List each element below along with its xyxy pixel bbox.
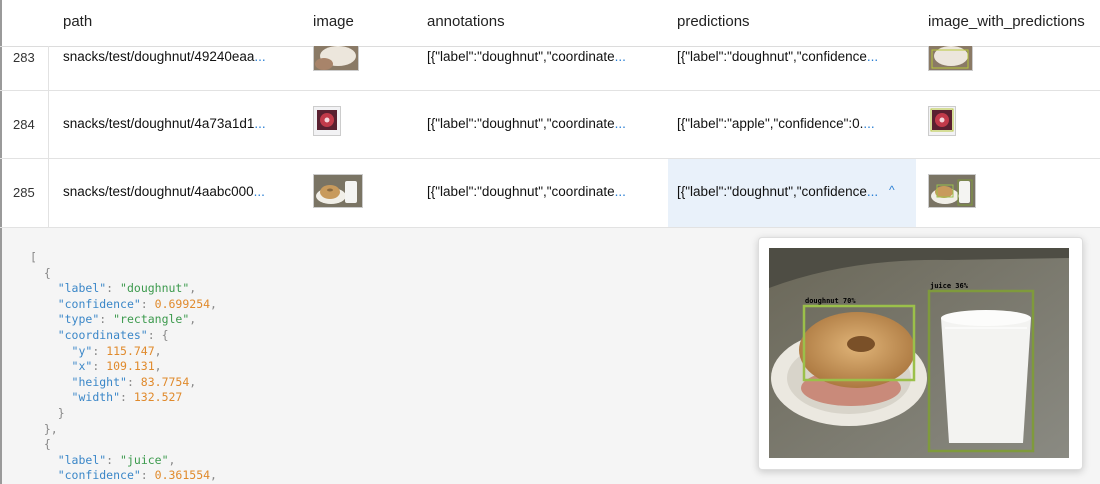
image-preview-popup: doughnut 70% juice 36%	[758, 237, 1083, 470]
predictions-cell[interactable]: [{"label":"doughnut","confidence...	[677, 49, 878, 64]
path-cell[interactable]: snacks/test/doughnut/4a73a1d1...	[63, 116, 266, 131]
table-header: path image annotations predictions image…	[0, 0, 1100, 47]
column-header-image[interactable]: image	[313, 13, 354, 30]
path-cell[interactable]: snacks/test/doughnut/4aabc000...	[63, 184, 265, 199]
column-header-image-with-predictions[interactable]: image_with_predictions	[928, 13, 1085, 30]
row-index: 285	[13, 185, 35, 200]
row-index: 284	[13, 117, 35, 132]
predictions-cell[interactable]: [{"label":"doughnut","confidence...	[677, 184, 878, 199]
annotations-cell[interactable]: [{"label":"doughnut","coordinate...	[427, 184, 626, 199]
doughnut-box-label: doughnut 70%	[805, 297, 856, 305]
prediction-thumbnail[interactable]	[928, 174, 976, 208]
prediction-preview-image: doughnut 70% juice 36%	[769, 248, 1069, 458]
predictions-cell[interactable]: [{"label":"apple","confidence":0....	[677, 116, 875, 131]
column-header-path[interactable]: path	[63, 13, 92, 30]
path-cell[interactable]: snacks/test/doughnut/49240eaa...	[63, 49, 266, 64]
image-thumbnail[interactable]	[313, 46, 359, 71]
prediction-thumbnail[interactable]	[928, 46, 973, 71]
annotations-cell[interactable]: [{"label":"doughnut","coordinate...	[427, 116, 626, 131]
chevron-up-icon[interactable]: ^	[889, 183, 895, 197]
juice-box-label: juice 36%	[930, 282, 969, 290]
column-header-annotations[interactable]: annotations	[427, 13, 505, 30]
prediction-thumbnail[interactable]	[928, 106, 956, 136]
json-viewer: [ { "label": "doughnut", "confidence": 0…	[30, 250, 217, 483]
annotations-cell[interactable]: [{"label":"doughnut","coordinate...	[427, 49, 626, 64]
table-row-selected[interactable]: 285 snacks/test/doughnut/4aabc000... [{"…	[0, 159, 1100, 228]
column-header-predictions[interactable]: predictions	[677, 13, 750, 30]
row-index: 283	[13, 50, 35, 65]
image-thumbnail[interactable]	[313, 106, 341, 136]
table-row[interactable]: 283 snacks/test/doughnut/49240eaa... [{"…	[0, 46, 1100, 91]
table-row[interactable]: 284 snacks/test/doughnut/4a73a1d1... [{"…	[0, 91, 1100, 159]
image-thumbnail[interactable]	[313, 174, 363, 208]
